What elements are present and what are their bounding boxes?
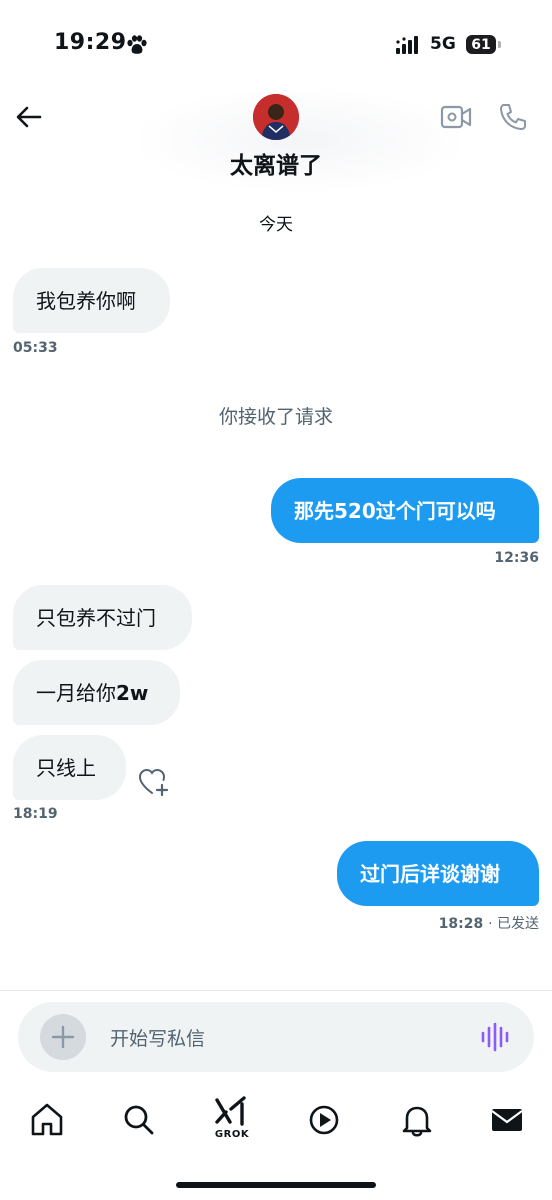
status-time: 19:29 — [54, 30, 127, 55]
battery-indicator: 61 — [466, 35, 496, 54]
conversation-header: 太离谱了 — [0, 90, 552, 200]
voice-message-icon[interactable] — [480, 1022, 512, 1052]
message-timestamp: 18:19 — [13, 806, 58, 822]
message-bubble-outgoing[interactable]: 过门后详谈谢谢 — [337, 841, 539, 906]
status-bar: 19:29 5G 61 — [0, 0, 552, 90]
message-bubble-incoming[interactable]: 一月给你 2w — [13, 660, 180, 725]
message-bubble-incoming[interactable]: 我包养你啊 — [13, 268, 170, 333]
composer-divider — [0, 990, 552, 991]
message-input[interactable]: 开始写私信 — [110, 1024, 205, 1051]
date-divider: 今天 — [259, 215, 293, 235]
message-text: 只线上 — [36, 755, 96, 780]
dm-conversation-screen: 19:29 5G 61 太离谱了 今天 我包养你啊 05:33 你接收了请求 那… — [0, 0, 552, 1200]
messages-envelope-icon[interactable] — [487, 1100, 527, 1140]
avatar[interactable] — [253, 94, 299, 140]
contact-name[interactable]: 太离谱了 — [0, 146, 552, 180]
video-play-icon[interactable] — [304, 1100, 344, 1140]
home-indicator — [176, 1182, 376, 1188]
network-type: 5G — [430, 34, 456, 54]
message-text-bold: 2w — [116, 680, 149, 705]
phone-call-icon[interactable] — [498, 102, 528, 132]
add-reaction-heart-icon[interactable] — [138, 767, 170, 799]
search-icon[interactable] — [119, 1100, 159, 1140]
message-timestamp-row: 18:28 · 已发送 — [400, 913, 539, 933]
back-arrow-icon[interactable] — [14, 102, 44, 132]
plus-icon — [51, 1025, 75, 1049]
grok-label: GROK — [214, 1129, 250, 1140]
grok-icon[interactable] — [212, 1094, 252, 1134]
message-bubble-incoming[interactable]: 只线上 — [13, 735, 126, 800]
add-attachment-button[interactable] — [40, 1014, 86, 1060]
home-icon[interactable] — [27, 1100, 67, 1140]
message-text: 过门后详谈谢谢 — [360, 861, 500, 886]
message-text-bold: 520 — [334, 498, 376, 523]
message-text-prefix: 一月给你 — [36, 680, 116, 705]
paw-icon — [127, 35, 147, 54]
message-timestamp: 18:28 — [438, 916, 484, 932]
message-bubble-incoming[interactable]: 只包养不过门 — [13, 585, 192, 650]
message-text-suffix: 过个门可以吗 — [375, 498, 496, 523]
video-call-icon[interactable] — [440, 104, 472, 130]
message-timestamp: 12:36 — [494, 550, 539, 566]
message-timestamp: 05:33 — [13, 340, 58, 356]
battery-cap — [498, 41, 501, 48]
notifications-bell-icon[interactable] — [397, 1100, 437, 1140]
message-bubble-outgoing[interactable]: 那先 520 过个门可以吗 — [271, 478, 539, 543]
message-text: 只包养不过门 — [36, 605, 156, 630]
cellular-signal-icon — [396, 36, 418, 54]
message-composer: 开始写私信 — [18, 1002, 534, 1072]
message-text-prefix: 那先 — [294, 498, 334, 523]
delivery-status: · 已发送 — [488, 916, 539, 932]
bottom-navigation: GROK — [0, 1090, 552, 1160]
system-notice: 你接收了请求 — [218, 406, 333, 428]
message-text: 我包养你啊 — [36, 288, 136, 313]
